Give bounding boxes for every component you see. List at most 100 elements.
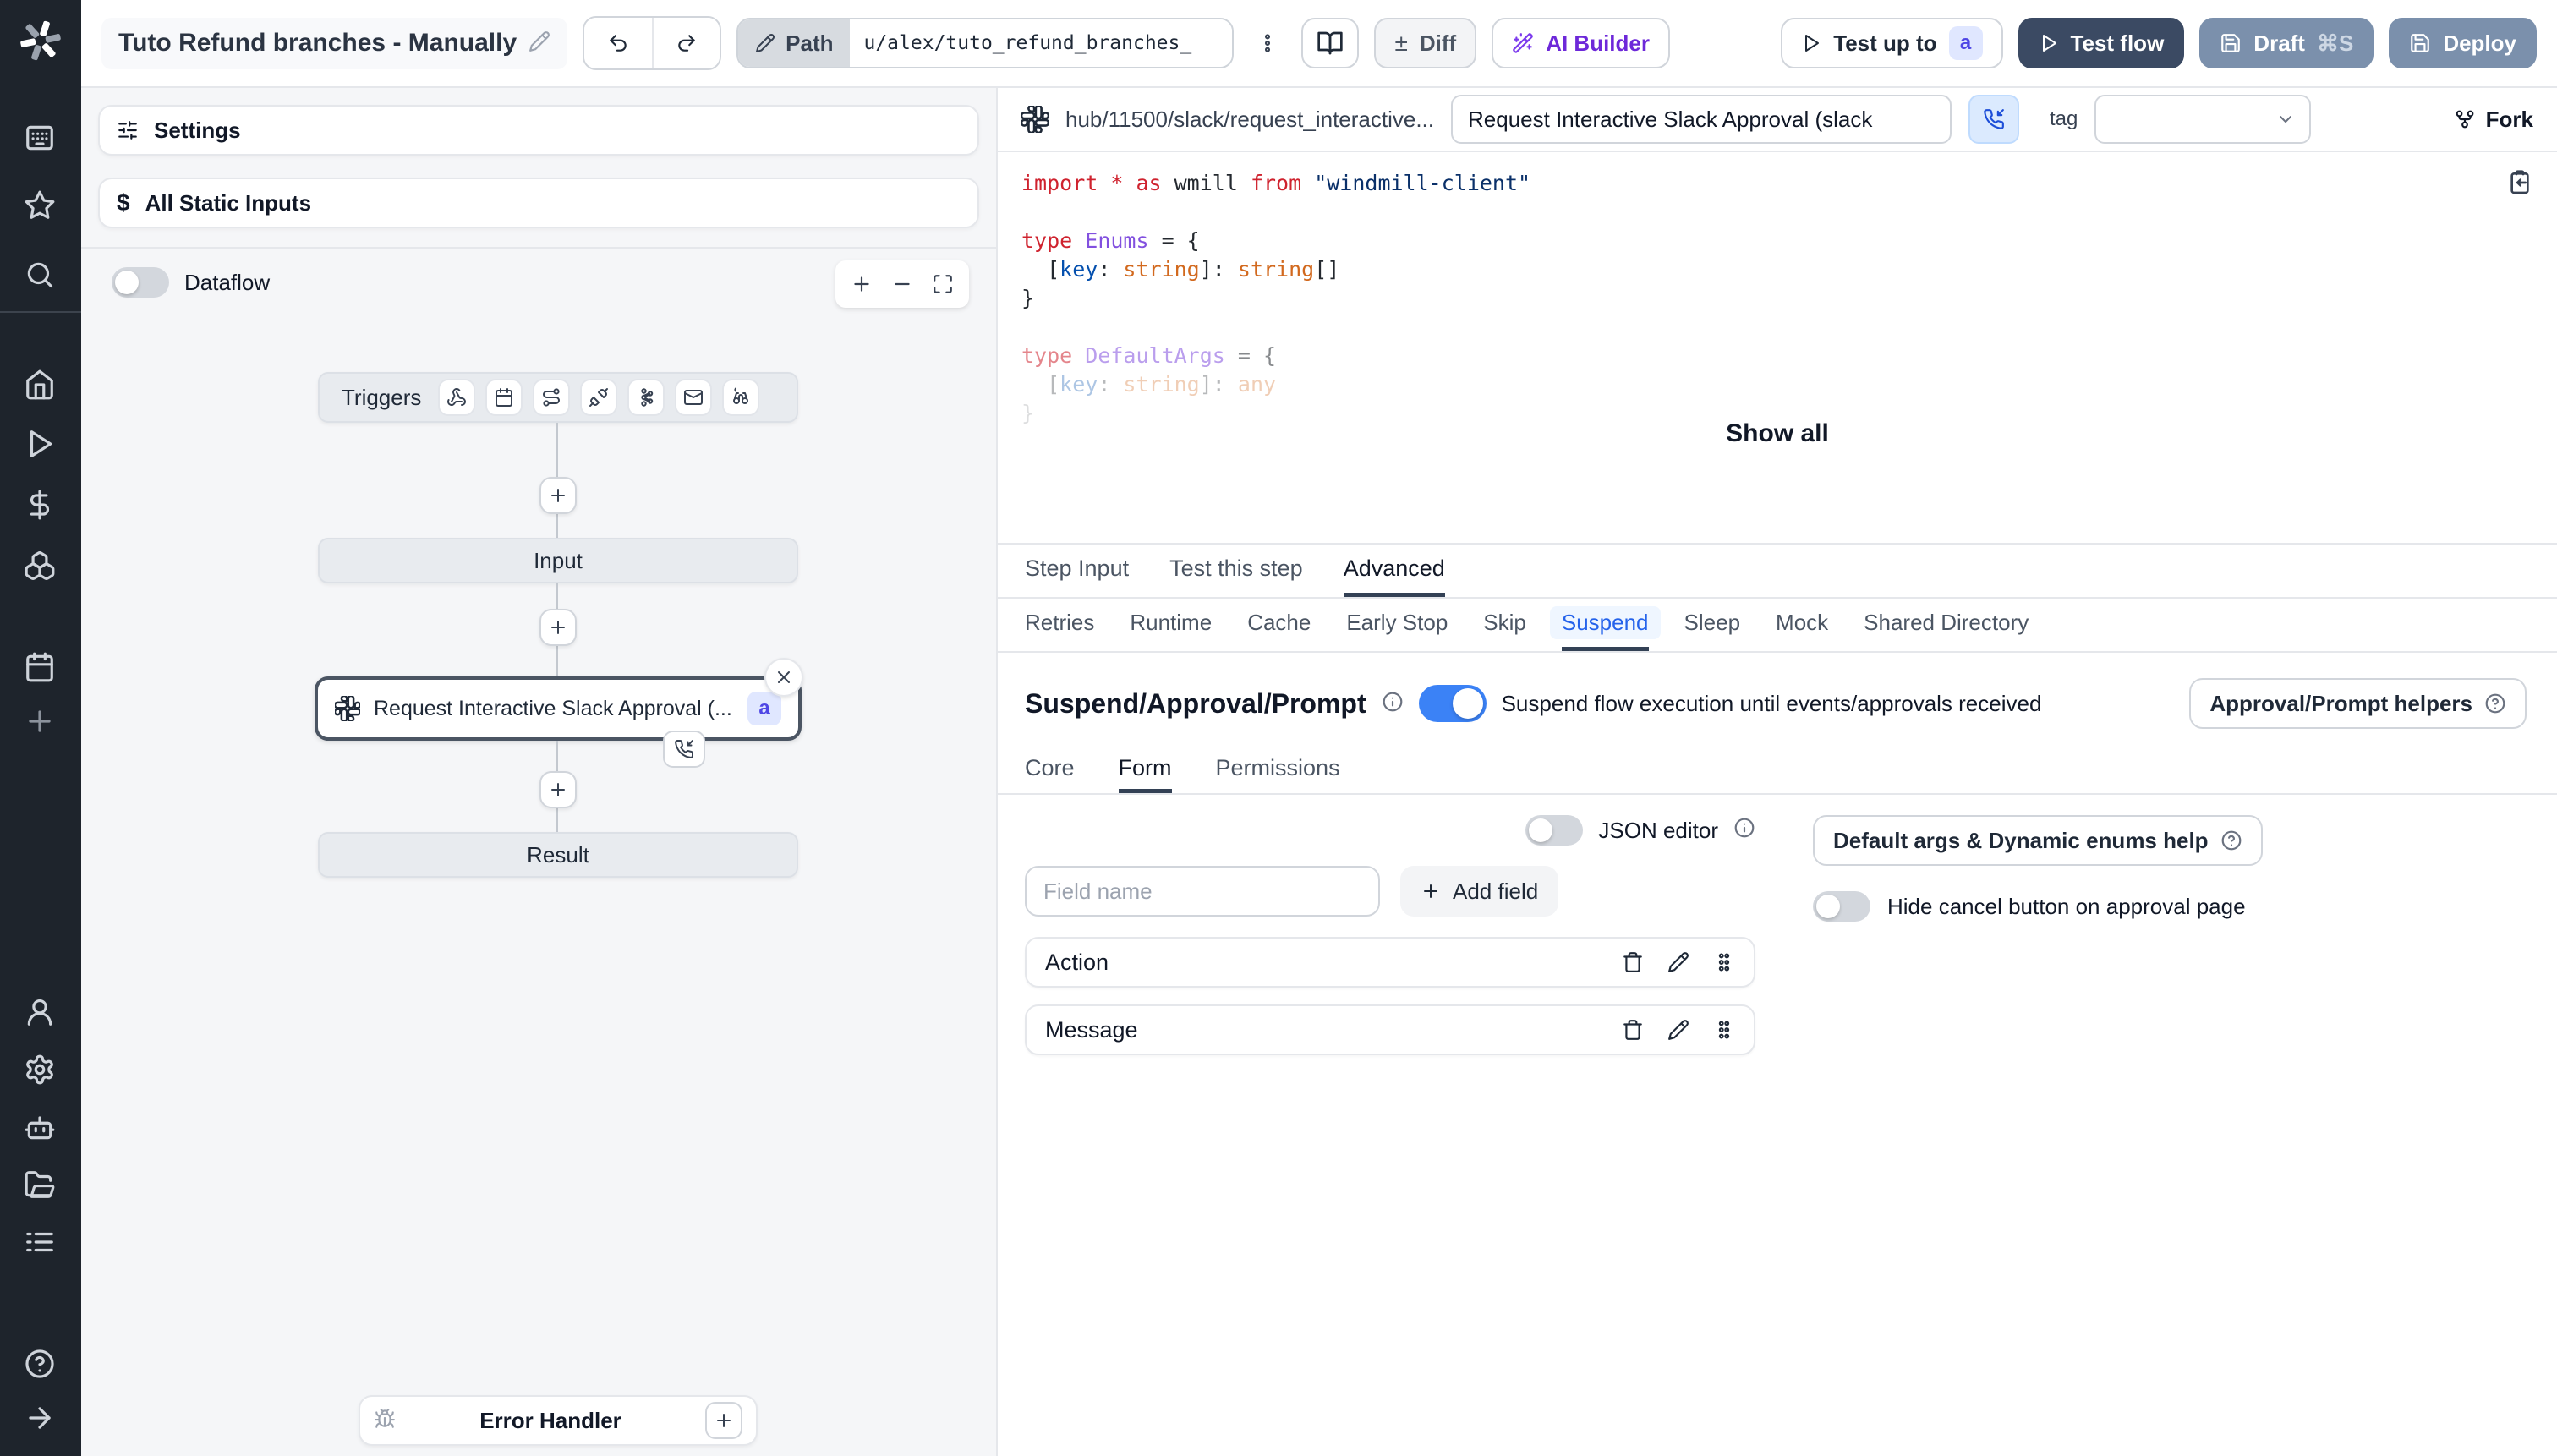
undo-button[interactable]: [584, 18, 653, 68]
slack-approval-step-node[interactable]: Request Interactive Slack Approval (... …: [315, 676, 802, 741]
add-field-button[interactable]: Add field: [1400, 866, 1559, 917]
triggers-node[interactable]: Triggers: [318, 372, 798, 423]
webhook-trigger-icon[interactable]: [438, 379, 476, 416]
info-icon[interactable]: [1382, 688, 1404, 720]
runs-play-icon[interactable]: [24, 428, 57, 462]
hide-cancel-toggle[interactable]: [1813, 891, 1870, 922]
workspace-icon[interactable]: [24, 122, 57, 156]
insert-step-button[interactable]: [539, 771, 577, 808]
test-up-to-button[interactable]: Test up to a: [1781, 18, 2003, 68]
field-name: Action: [1045, 949, 1109, 975]
suspend-phone-badge[interactable]: [663, 731, 705, 768]
zoom-in-button[interactable]: [851, 273, 873, 295]
input-node[interactable]: Input: [318, 538, 798, 583]
folders-icon[interactable]: [24, 1169, 57, 1202]
collapse-arrow-icon[interactable]: [24, 1402, 57, 1436]
edit-field-icon[interactable]: [1667, 951, 1689, 973]
field-card-message: Message: [1025, 1004, 1755, 1055]
tab-cache[interactable]: Cache: [1247, 599, 1311, 651]
fit-view-button[interactable]: [932, 273, 954, 295]
test-flow-button[interactable]: Test flow: [2018, 18, 2185, 68]
tab-permissions[interactable]: Permissions: [1216, 747, 1340, 793]
field-name-input[interactable]: [1025, 866, 1380, 917]
code-preview[interactable]: import * as wmill from "windmill-client"…: [998, 152, 2557, 545]
home-icon[interactable]: [24, 369, 57, 402]
tab-core[interactable]: Core: [1025, 747, 1075, 793]
schedules-calendar-icon[interactable]: [24, 651, 57, 685]
json-editor-toggle[interactable]: [1525, 815, 1584, 846]
edit-title-icon[interactable]: [528, 28, 550, 59]
path-input[interactable]: [850, 19, 1233, 67]
tab-advanced[interactable]: Advanced: [1343, 545, 1445, 597]
flow-settings-button[interactable]: Settings: [98, 105, 979, 156]
tab-form[interactable]: Form: [1118, 747, 1172, 793]
approval-helpers-button[interactable]: Approval/Prompt helpers: [2189, 678, 2527, 729]
more-options-button[interactable]: [1249, 18, 1286, 68]
windmill-logo-icon[interactable]: [19, 19, 63, 63]
delete-field-icon[interactable]: [1622, 951, 1644, 973]
kafka-trigger-icon[interactable]: [627, 379, 665, 416]
fields-list: Action Message: [1025, 937, 1755, 1055]
workers-bot-icon[interactable]: [24, 1111, 57, 1145]
tab-runtime[interactable]: Runtime: [1130, 599, 1212, 651]
show-all-button[interactable]: Show all: [998, 419, 2557, 448]
deploy-button[interactable]: Deploy: [2389, 18, 2537, 68]
drag-handle-icon[interactable]: [1713, 951, 1735, 973]
http-route-trigger-icon[interactable]: [533, 379, 571, 416]
tab-sleep[interactable]: Sleep: [1684, 599, 1741, 651]
path-edit-button[interactable]: Path: [738, 19, 851, 67]
add-plus-icon[interactable]: [24, 705, 57, 739]
add-error-handler-button[interactable]: [705, 1402, 742, 1439]
settings-gear-icon[interactable]: [24, 1054, 57, 1087]
clipboard-paste-icon[interactable]: [2506, 169, 2533, 203]
dataflow-toggle[interactable]: [112, 267, 169, 298]
info-icon[interactable]: [1733, 817, 1755, 845]
tab-skip[interactable]: Skip: [1483, 599, 1526, 651]
result-node[interactable]: Result: [318, 832, 798, 878]
dollar-icon: $: [117, 189, 130, 216]
delete-step-button[interactable]: [764, 658, 803, 697]
fork-button[interactable]: Fork: [2454, 107, 2533, 133]
drag-handle-icon[interactable]: [1713, 1019, 1735, 1041]
tab-mock[interactable]: Mock: [1776, 599, 1828, 651]
favorites-star-icon[interactable]: [24, 189, 57, 223]
chevron-down-icon: [2280, 116, 2292, 123]
websocket-trigger-icon[interactable]: [580, 379, 618, 416]
edit-field-icon[interactable]: [1667, 1019, 1689, 1041]
ai-builder-button[interactable]: AI Builder: [1492, 18, 1670, 68]
delete-field-icon[interactable]: [1622, 1019, 1644, 1041]
insert-step-button[interactable]: [539, 477, 577, 514]
users-icon[interactable]: [24, 996, 57, 1030]
redo-button[interactable]: [652, 18, 720, 68]
schedule-trigger-icon[interactable]: [485, 379, 523, 416]
suspend-phone-button[interactable]: [1968, 95, 2020, 144]
docs-book-button[interactable]: [1301, 18, 1360, 68]
help-icon[interactable]: [24, 1348, 57, 1382]
variables-dollar-icon[interactable]: [24, 489, 57, 523]
tab-suspend[interactable]: Suspend: [1549, 599, 1661, 651]
tab-retries[interactable]: Retries: [1025, 599, 1094, 651]
zoom-out-button[interactable]: [891, 273, 913, 295]
hub-script-path[interactable]: hub/11500/slack/request_interactive...: [1065, 107, 1434, 133]
static-inputs-button[interactable]: $ All Static Inputs: [98, 178, 979, 228]
tab-test-this-step[interactable]: Test this step: [1169, 545, 1303, 597]
flow-title[interactable]: Tuto Refund branches - Manually: [101, 17, 568, 69]
suspend-toggle[interactable]: [1418, 685, 1487, 722]
default-args-help-button[interactable]: Default args & Dynamic enums help: [1813, 815, 2263, 866]
tag-select[interactable]: [2094, 95, 2312, 144]
advanced-tabs: Retries Runtime Cache Early Stop Skip Suspend…: [998, 599, 2557, 653]
diff-button[interactable]: ± Diff: [1374, 18, 1477, 68]
email-trigger-icon[interactable]: [675, 379, 713, 416]
insert-step-button[interactable]: [539, 609, 577, 646]
poll-trigger-icon[interactable]: [722, 379, 760, 416]
draft-button[interactable]: Draft ⌘S: [2199, 18, 2374, 68]
tab-early-stop[interactable]: Early Stop: [1346, 599, 1448, 651]
logs-list-icon[interactable]: [24, 1226, 57, 1260]
error-handler-node[interactable]: Error Handler: [359, 1395, 758, 1446]
search-icon[interactable]: [24, 259, 57, 293]
tab-step-input[interactable]: Step Input: [1025, 545, 1129, 597]
step-summary-input[interactable]: [1451, 95, 1952, 144]
flow-graph-panel: Settings $ All Static Inputs Dataflow Tr…: [81, 88, 998, 1456]
resources-boxes-icon[interactable]: [24, 550, 57, 583]
tab-shared-directory[interactable]: Shared Directory: [1864, 599, 2029, 651]
